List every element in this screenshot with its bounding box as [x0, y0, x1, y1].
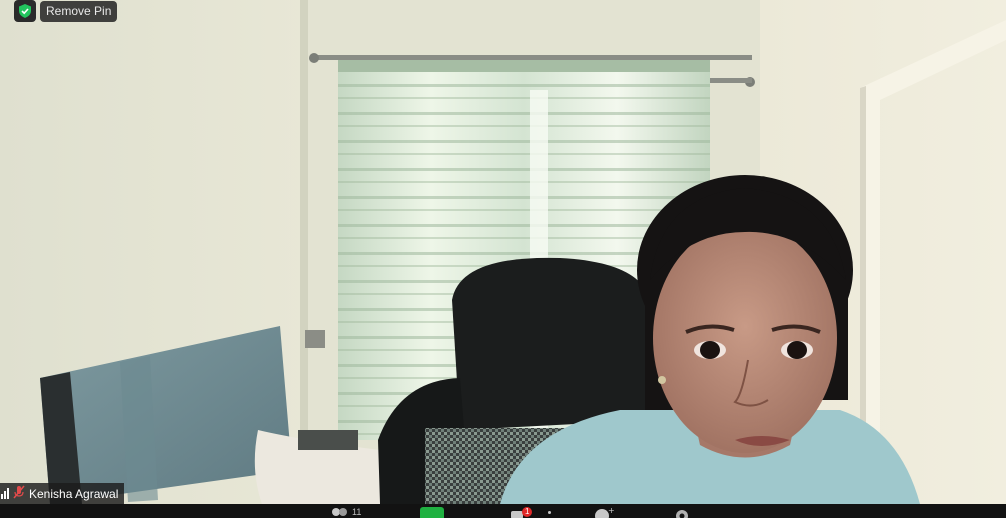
participant-name-tag: Kenisha Agrawal	[0, 483, 125, 504]
participant-name: Kenisha Agrawal	[29, 486, 119, 501]
signal-bars-icon	[1, 488, 9, 499]
svg-text:+: +	[608, 507, 614, 515]
share-screen-icon	[420, 507, 444, 518]
participants-icon	[332, 508, 347, 516]
more-icon	[548, 511, 551, 514]
participants-button[interactable]: 11	[330, 507, 361, 518]
apps-button[interactable]	[672, 507, 692, 518]
reactions-icon: +	[595, 507, 614, 518]
remove-pin-button[interactable]: Remove Pin	[40, 0, 118, 22]
video-feed	[0, 0, 1006, 518]
shield-check-icon	[14, 0, 36, 22]
meeting-toolbar: 11 1 +	[0, 504, 1006, 518]
participants-count: 11	[352, 507, 362, 517]
mic-muted-icon	[13, 485, 25, 502]
apps-icon	[676, 510, 688, 518]
chat-button[interactable]: 1	[510, 507, 551, 518]
pin-controls: Remove Pin	[14, 0, 118, 22]
chat-badge: 1	[522, 507, 533, 517]
reactions-button[interactable]: +	[592, 507, 614, 518]
share-screen-button[interactable]	[420, 507, 444, 518]
